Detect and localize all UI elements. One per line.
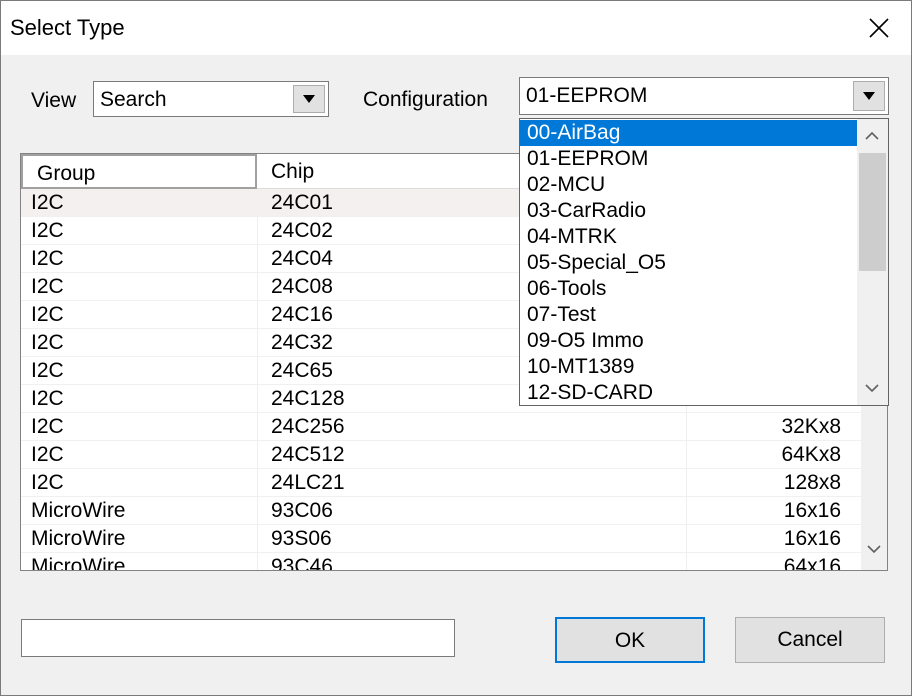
dropdown-option[interactable]: 04-MTRK (520, 224, 857, 250)
cell-size: 64x16 (783, 555, 841, 571)
window-title: Select Type (10, 15, 125, 40)
close-icon (869, 18, 889, 38)
cancel-button[interactable]: Cancel (735, 617, 885, 663)
view-combobox[interactable]: Search (93, 81, 329, 117)
cell-size: 128x8 (783, 471, 841, 494)
configuration-dropdown-list[interactable]: 00-AirBag 01-EEPROM 02-MCU 03-CarRadio 04-MT… (519, 118, 889, 406)
dropdown-option[interactable]: 05-Special_O5 (520, 250, 857, 276)
cell-size: 16x16 (783, 527, 841, 550)
view-value: Search (100, 88, 167, 111)
dropdown-option[interactable]: 07-Test (520, 302, 857, 328)
cell-chip: 24C02 (271, 219, 333, 242)
cell-chip: 93S06 (271, 527, 332, 550)
cell-group: MicroWire (31, 499, 126, 522)
dropdown-option[interactable]: 00-AirBag (520, 120, 857, 146)
cell-chip: 93C46 (271, 555, 333, 571)
dropdown-scrollbar[interactable] (857, 119, 888, 405)
cell-size: 64Kx8 (781, 443, 841, 466)
dropdown-scroll-thumb[interactable] (859, 153, 886, 271)
dropdown-option[interactable]: 06-Tools (520, 276, 857, 302)
cell-chip: 24C08 (271, 275, 333, 298)
column-header-group[interactable]: Group (21, 154, 257, 189)
cell-group: I2C (31, 219, 64, 242)
dropdown-option[interactable]: 12-SD-CARD (520, 380, 857, 405)
cell-group: I2C (31, 275, 64, 298)
dropdown-option[interactable]: 09-O5 Immo (520, 328, 857, 354)
view-label: View (31, 89, 77, 112)
status-field (21, 619, 455, 657)
dropdown-option[interactable]: 01-EEPROM (520, 146, 857, 172)
cell-chip: 24C16 (271, 303, 333, 326)
configuration-value: 01-EEPROM (526, 84, 648, 107)
cell-group: MicroWire (31, 555, 126, 571)
cell-group: I2C (31, 471, 64, 494)
scroll-down-icon[interactable] (865, 383, 879, 393)
cell-group: I2C (31, 331, 64, 354)
dropdown-arrow-icon (303, 95, 315, 103)
table-row[interactable]: MicroWire 93C06 16x16 (21, 497, 861, 525)
cell-chip: 24C512 (271, 443, 345, 466)
cell-group: I2C (31, 387, 64, 410)
table-row[interactable]: I2C 24C512 64Kx8 (21, 441, 861, 469)
cell-group: MicroWire (31, 527, 126, 550)
cell-chip: 24C128 (271, 387, 345, 410)
cell-chip: 24LC21 (271, 471, 345, 494)
configuration-combobox[interactable]: 01-EEPROM (519, 77, 889, 115)
dropdown-arrow-icon (863, 92, 875, 100)
cell-group: I2C (31, 303, 64, 326)
title-bar: Select Type (1, 1, 911, 55)
cell-group: I2C (31, 191, 64, 214)
cell-chip: 24C65 (271, 359, 333, 382)
configuration-dropdown-button[interactable] (853, 81, 885, 111)
cell-chip: 24C01 (271, 191, 333, 214)
dropdown-option[interactable]: 02-MCU (520, 172, 857, 198)
cell-size: 16x16 (783, 499, 841, 522)
cell-chip: 24C256 (271, 415, 345, 438)
scroll-up-icon[interactable] (865, 131, 879, 141)
cell-group: I2C (31, 247, 64, 270)
table-row[interactable]: MicroWire 93S06 16x16 (21, 525, 861, 553)
cell-group: I2C (31, 415, 64, 438)
cell-chip: 24C04 (271, 247, 333, 270)
dropdown-option[interactable]: 03-CarRadio (520, 198, 857, 224)
scroll-down-icon (867, 545, 881, 554)
cell-group: I2C (31, 443, 64, 466)
cell-group: I2C (31, 359, 64, 382)
ok-button[interactable]: OK (555, 617, 705, 663)
table-row[interactable]: I2C 24LC21 128x8 (21, 469, 861, 497)
cell-chip: 24C32 (271, 331, 333, 354)
table-row[interactable]: MicroWire 93C46 64x16 (21, 553, 861, 571)
cell-size: 32Kx8 (781, 415, 841, 438)
cell-chip: 93C06 (271, 499, 333, 522)
select-type-dialog: Select Type View Search Configuration 01… (0, 0, 912, 696)
dropdown-option[interactable]: 10-MT1389 (520, 354, 857, 380)
close-button[interactable] (847, 1, 911, 55)
view-dropdown-button[interactable] (293, 85, 325, 113)
table-row[interactable]: I2C 24C256 32Kx8 (21, 413, 861, 441)
configuration-label: Configuration (363, 88, 488, 111)
